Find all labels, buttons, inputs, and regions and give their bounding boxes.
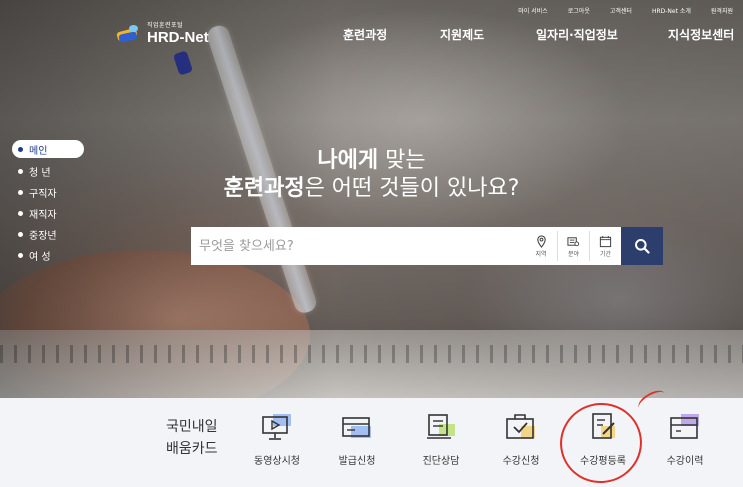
search-box: 지역 분야 기간 — [191, 227, 621, 265]
nav-remote-support[interactable]: 원격지원 — [711, 6, 733, 15]
nav-my-service[interactable]: 마이 서비스 — [518, 6, 548, 15]
diagnosis-consult-button[interactable]: 진단상담 — [401, 412, 481, 467]
main-nav: 훈련과정 지원제도 일자리·직업정보 지식정보센터 — [0, 26, 743, 46]
course-apply-button[interactable]: 수강신청 — [481, 412, 561, 467]
filter-label: 분야 — [567, 250, 580, 258]
course-apply-icon — [503, 412, 539, 444]
search-button[interactable] — [621, 227, 663, 265]
search-input[interactable] — [191, 227, 521, 265]
side-item-women[interactable]: 여 성 — [12, 245, 87, 266]
headline-text: 은 어떤 것들이 있나요? — [304, 176, 520, 201]
bullet-icon — [18, 253, 23, 258]
filter-field[interactable]: 분야 — [557, 231, 589, 261]
side-item-employed[interactable]: 재직자 — [12, 203, 87, 224]
bullet-icon — [18, 232, 23, 237]
video-monitor-icon — [259, 412, 295, 444]
headline-emphasis: 훈련과정 — [223, 176, 305, 201]
card-title-line-2: 배움카드 — [166, 441, 218, 457]
nav-customer-center[interactable]: 고객센터 — [610, 6, 632, 15]
nav-about[interactable]: HRD-Net 소개 — [652, 6, 691, 15]
calendar-icon — [599, 235, 612, 247]
item-label: 발급신청 — [338, 456, 376, 467]
filter-region[interactable]: 지역 — [525, 231, 557, 261]
utility-nav: 마이 서비스 로그아웃 고객센터 HRD-Net 소개 원격지원 — [518, 6, 733, 15]
filter-period[interactable]: 기간 — [589, 231, 621, 261]
nav-support-system[interactable]: 지원제도 — [440, 26, 484, 43]
bullet-icon — [18, 211, 23, 216]
item-label: 수강이력 — [666, 456, 704, 467]
nav-knowledge-center[interactable]: 지식정보센터 — [668, 26, 734, 43]
side-item-middle-aged[interactable]: 중장년 — [12, 224, 87, 245]
card-title: 국민내일 배움카드 — [166, 416, 218, 460]
search-filters: 지역 분야 기간 — [525, 231, 621, 261]
item-label: 동영상시청 — [254, 456, 300, 467]
filter-label: 지역 — [535, 250, 547, 258]
location-pin-icon — [536, 234, 546, 248]
category-icon — [567, 236, 580, 246]
nav-training-courses[interactable]: 훈련과정 — [343, 26, 387, 43]
side-item-label: 여 성 — [29, 252, 51, 263]
side-item-label: 중장년 — [29, 231, 57, 242]
video-watch-button[interactable]: 동영상시청 — [237, 412, 317, 467]
filter-label: 기간 — [599, 250, 612, 258]
side-item-label: 재직자 — [29, 210, 57, 221]
course-history-icon — [667, 412, 703, 444]
card-title-line-1: 국민내일 — [166, 419, 218, 435]
item-label: 진단상담 — [422, 456, 460, 467]
card-issue-button[interactable]: 발급신청 — [317, 412, 397, 467]
course-history-button[interactable]: 수강이력 — [645, 412, 725, 467]
nav-job-info[interactable]: 일자리·직업정보 — [536, 26, 618, 43]
card-issue-icon — [339, 412, 375, 444]
item-label: 수강신청 — [502, 456, 540, 467]
headline-line-2: 훈련과정은 어떤 것들이 있나요? — [0, 170, 743, 202]
search-icon — [635, 239, 650, 254]
diagnosis-icon — [423, 412, 459, 444]
nav-logout[interactable]: 로그아웃 — [568, 6, 590, 15]
